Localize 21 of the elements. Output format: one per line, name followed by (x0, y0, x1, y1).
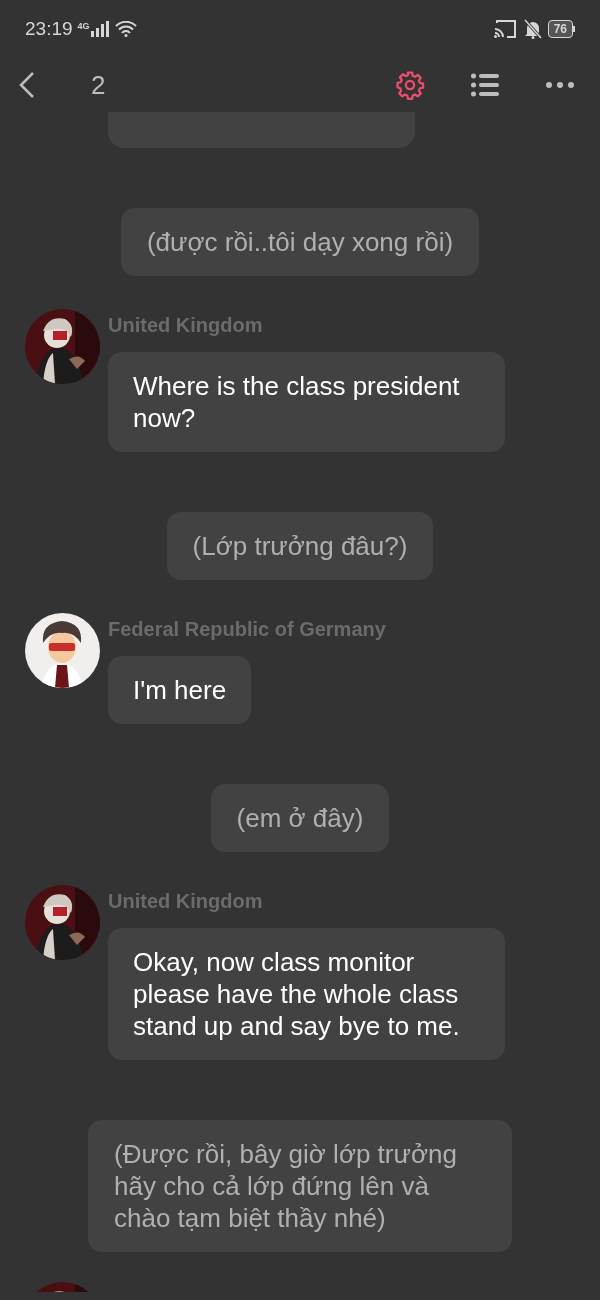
narration-bubble: (Lớp trưởng đâu?) (166, 512, 434, 580)
message-bubble: Where is the class president now? (108, 352, 505, 452)
wifi-icon (114, 21, 137, 37)
cast-icon (493, 20, 516, 38)
page-number: 2 (91, 68, 106, 102)
network-type: 4G (77, 20, 90, 33)
message-bubble: I'm here (108, 656, 252, 724)
sender-name: United Kingdom (108, 313, 263, 337)
sender-name: United Kingdom (108, 889, 263, 913)
status-time: 23:19 (25, 16, 73, 41)
narration-bubble: (được rồi..tôi dạy xong rồi) (120, 208, 480, 276)
narration-bubble: (Được rồi, bây giờ lớp trưởng hãy cho cả lớp đứng lên và chào tạm biệt thầy nhé) (88, 1120, 512, 1252)
battery-icon: 76 (547, 20, 575, 38)
more-button[interactable] (546, 82, 574, 88)
settings-button[interactable] (395, 70, 425, 100)
signal-icon (90, 21, 109, 37)
message-bubble: Okay, now class monitor please have the whole class stand up and say bye to me. (108, 928, 505, 1060)
list-button[interactable] (471, 73, 499, 97)
muted-bell-icon (523, 19, 542, 39)
sender-name: Federal Republic of Germany (108, 617, 386, 641)
narration-bubble: (em ở đây) (210, 784, 390, 852)
